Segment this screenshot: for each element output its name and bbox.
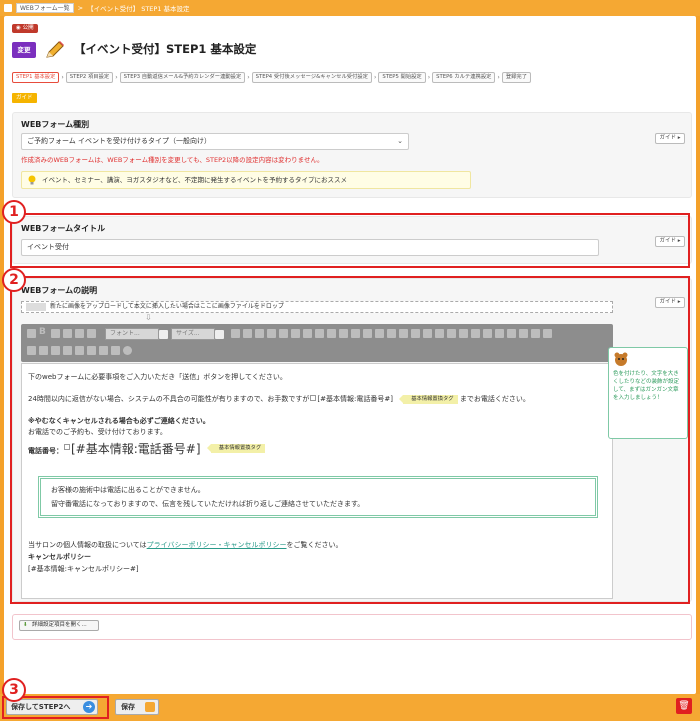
form-type-select[interactable]: ご予約フォーム イベントを受け付けるタイプ（一般向け） ⌄: [21, 133, 409, 150]
form-type-title: WEBフォーム種別: [21, 120, 90, 129]
step-navigation: STEP1 基本設定 › STEP2 項目設定 › STEP3 自動返信メール&予約…: [12, 72, 532, 83]
trash-icon[interactable]: 🗑: [676, 698, 692, 714]
form-type-warning: 作成済みのWEBフォームは、WEBフォーム種別を変更しても、STEP2以降の設定…: [21, 156, 324, 164]
lock-icon: [145, 702, 155, 712]
top-breadcrumb: WEBフォーム一覧 > 【イベント受付】 STEP1 基本設定: [0, 0, 700, 16]
marker-2: 2: [2, 268, 26, 292]
advanced-settings-button[interactable]: ⬇ 詳細設定項目を開く...: [19, 620, 99, 631]
form-type-guide-button[interactable]: ガイド ▸: [655, 133, 685, 144]
guide-button[interactable]: ガイド: [12, 93, 37, 103]
status-badge: ◉ 公開: [12, 24, 38, 33]
form-type-section: WEBフォーム種別 ご予約フォーム イベントを受け付けるタイプ（一般向け） ⌄ …: [12, 112, 692, 198]
save-button[interactable]: 保存: [115, 699, 159, 715]
step-5[interactable]: STEP5 開始設定: [378, 72, 426, 83]
step-3[interactable]: STEP3 自動返信メール&予約カレンダー連動設定: [119, 72, 246, 83]
page-title: 【イベント受付】STEP1 基本設定: [74, 42, 257, 56]
chevron-down-icon: ⌄: [397, 137, 403, 145]
marker-3: 3: [2, 678, 26, 702]
step-6[interactable]: STEP6 カルテ連携設定: [432, 72, 496, 83]
breadcrumb-form-list[interactable]: WEBフォーム一覧: [16, 3, 74, 13]
step-1[interactable]: STEP1 基本設定: [12, 72, 60, 83]
arrow-down-icon: ⬇: [23, 622, 28, 628]
step-4[interactable]: STEP4 受付後メッセージ&キャンセル受付設定: [251, 72, 372, 83]
form-type-hint: イベント、セミナー、講演、ヨガスタジオなど、不定期に発生するイベントを予約するタ…: [21, 171, 471, 189]
breadcrumb-separator: >: [77, 4, 84, 12]
highlight-box-1: [10, 213, 690, 268]
step-complete[interactable]: 登録完了: [501, 72, 532, 83]
breadcrumb-current: 【イベント受付】 STEP1 基本設定: [87, 5, 190, 13]
edit-button[interactable]: 変更: [12, 42, 36, 58]
step-2[interactable]: STEP2 項目設定: [65, 72, 114, 83]
lightbulb-icon: [28, 175, 36, 185]
home-icon[interactable]: [4, 4, 12, 12]
marker-1: 1: [2, 200, 26, 224]
highlight-box-2: [10, 276, 690, 604]
pencil-icon: [46, 41, 64, 58]
advanced-settings-box: ⬇ 詳細設定項目を開く...: [12, 614, 692, 640]
